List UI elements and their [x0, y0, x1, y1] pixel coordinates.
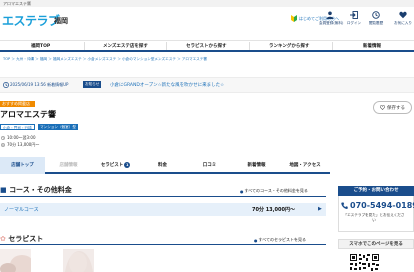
history-label: 閲覧履歴 — [368, 21, 384, 25]
course-name: ノーマルコース — [4, 207, 39, 213]
nav-item-therapists[interactable]: セラピストから探す — [186, 43, 227, 49]
nav-divider — [166, 42, 167, 50]
heart-icon — [399, 11, 407, 19]
all-courses-link-label: すべてのコース・その他料金を見る — [244, 188, 308, 193]
qr-code-icon — [350, 254, 379, 272]
phone-icon — [341, 202, 348, 209]
nav-divider — [84, 42, 85, 50]
all-courses-link[interactable]: ● すべてのコース・その他料金を見る — [240, 188, 308, 194]
mobile-view-heading: スマホでこのページを見る — [338, 239, 414, 249]
nav-divider — [249, 42, 250, 50]
circle-arrow-icon: ● — [240, 188, 244, 194]
nav-divider — [332, 42, 333, 50]
clock-icon — [3, 82, 9, 88]
user-add-icon — [326, 11, 334, 19]
site-logo[interactable]: エステラブ — [2, 12, 60, 29]
course-arrow-icon: ▶ — [318, 206, 322, 212]
favorites-button[interactable]: お気に入り — [392, 11, 414, 26]
tab-therapists[interactable]: セラピスト 1 — [92, 157, 139, 174]
therapist-count-badge: 1 — [124, 161, 131, 168]
nav-item-news[interactable]: 新着情報 — [363, 43, 381, 49]
type-tag[interactable]: マンション（個室）型 — [38, 124, 78, 130]
therapist-section-title: ✿ セラピスト — [0, 234, 43, 244]
updated-time: 2025/06/19 13:56 新着情報UP — [10, 82, 69, 87]
course-price: 70分 13,000円～ — [252, 207, 295, 213]
tab-reviews[interactable]: 口コミ — [186, 157, 233, 174]
price-icon — [1, 143, 5, 147]
save-favorite-button[interactable]: 保存する — [373, 101, 412, 114]
all-therapists-link[interactable]: ● すべてのセラピストを見る — [254, 237, 306, 243]
contact-heading: ご予約・お問い合わせ — [338, 186, 414, 196]
notice-badge: お知らせ — [83, 81, 102, 88]
pr-badge: おすすめ掲載店 — [0, 101, 35, 107]
login-label: ログイン — [346, 21, 362, 25]
course-section-title: ■ コース・その他料金 — [0, 185, 72, 195]
nav-item-shops[interactable]: メンズエステ店を探す — [103, 43, 148, 49]
tab-shop-info[interactable]: 店舗情報 — [45, 157, 92, 174]
nav-item-ranking[interactable]: ランキングから探す — [269, 43, 309, 49]
area-name: 福岡 — [54, 17, 68, 25]
clock-icon — [1, 136, 5, 140]
login-icon — [350, 11, 358, 19]
tab-news[interactable]: 新着情報 — [233, 157, 280, 174]
tab-therapists-label: セラピスト — [100, 163, 124, 168]
notice-link[interactable]: 小倉にGRANDオープン☆新たな風を吹かせに来ました☆ — [110, 82, 224, 88]
nav-item-top[interactable]: 福岡TOP — [31, 43, 50, 49]
phone-link[interactable]: 070-5494-0189 — [341, 201, 414, 210]
tab-price[interactable]: 料金 — [139, 157, 186, 174]
breadcrumb[interactable]: TOP ＞ 九州・沖縄 ＞ 福岡 ＞ 福岡メンズエステ ＞ 小倉メンズエステ ＞… — [3, 57, 207, 62]
all-therapists-link-label: すべてのセラピストを見る — [258, 237, 307, 242]
history-button[interactable]: 閲覧履歴 — [365, 11, 387, 26]
favorites-label: お気に入り — [394, 21, 412, 25]
history-icon — [372, 11, 380, 19]
shop-name: アロマエステ響 — [0, 110, 56, 119]
phone-note: 「エステラブを見た」とお伝えください — [343, 213, 405, 222]
register-label: 会員登録(無料) — [319, 21, 344, 25]
top-bar — [0, 0, 414, 7]
bullet-icon: ■ — [0, 186, 10, 194]
therapist-section-label: セラピスト — [8, 235, 44, 243]
tab-map[interactable]: 地図・アクセス — [280, 157, 330, 174]
login-button[interactable]: ログイン — [343, 11, 365, 26]
therapist-photo[interactable] — [0, 249, 31, 272]
circle-arrow-icon: ● — [254, 237, 258, 243]
price-summary: 70分 13,000円～ — [7, 142, 40, 147]
business-hours: 10:00～翌3:00 — [7, 135, 36, 140]
save-favorite-label: 保存する — [387, 105, 405, 111]
therapist-photo[interactable] — [63, 249, 94, 272]
phone-number: 070-5494-0189 — [350, 201, 414, 210]
course-section-label: コース・その他料金 — [9, 186, 72, 194]
section-divider — [0, 196, 326, 197]
register-button[interactable]: 会員登録(無料) — [319, 11, 344, 26]
section-divider — [0, 244, 326, 245]
beginner-mark-icon — [291, 15, 297, 22]
area-tag[interactable]: 小倉・門司・行橋 — [0, 124, 35, 130]
tab-shop-top[interactable]: 店舗トップ — [0, 157, 45, 174]
heart-outline-icon — [380, 105, 385, 110]
